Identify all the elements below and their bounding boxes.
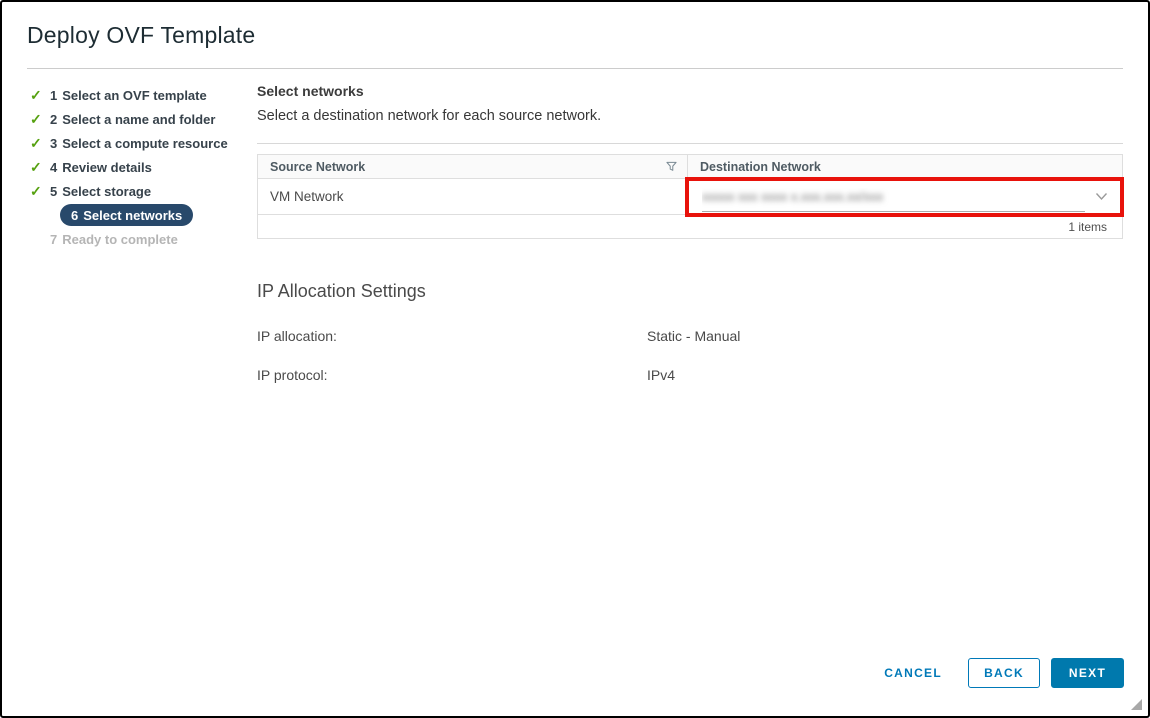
step-7-ready-to-complete[interactable]: ✓ 7 Ready to complete (30, 227, 257, 251)
resize-grip-handle[interactable] (1131, 699, 1142, 710)
filter-funnel-icon[interactable] (666, 161, 677, 172)
chevron-down-icon (1095, 192, 1108, 201)
back-button[interactable]: BACK (968, 658, 1040, 688)
step-content-panel: Select networks Select a destination net… (257, 81, 1123, 406)
step-number: 5 (50, 184, 57, 199)
step-number: 2 (50, 112, 57, 127)
step-4-review-details[interactable]: ✓ 4 Review details (30, 155, 257, 179)
ip-allocation-label: IP allocation: (257, 328, 647, 344)
step-label: Select networks (83, 208, 182, 223)
ip-protocol-row: IP protocol: IPv4 (257, 367, 1123, 383)
step-label: Select a name and folder (62, 112, 215, 127)
panel-heading: Select networks (257, 83, 1123, 99)
dialog-title: Deploy OVF Template (27, 22, 1123, 49)
step-label: Select an OVF template (62, 88, 207, 103)
wizard-steps-nav: ✓ 1 Select an OVF template ✓ 2 Select a … (27, 81, 257, 406)
step-complete-check-icon: ✓ (30, 136, 50, 150)
step-complete-check-icon: ✓ (30, 160, 50, 174)
panel-description: Select a destination network for each so… (257, 108, 1123, 124)
panel-divider (257, 143, 1123, 144)
destination-network-cell: xxxxx xxx xxxx x.xxx.xxx.xx/xxx (688, 179, 1122, 214)
table-footer: 1 items (258, 215, 1122, 238)
ip-allocation-settings-section: IP Allocation Settings IP allocation: St… (257, 281, 1123, 383)
step-1-select-ovf-template[interactable]: ✓ 1 Select an OVF template (30, 83, 257, 107)
column-header-destination-network[interactable]: Destination Network (688, 155, 1122, 178)
step-label: Ready to complete (62, 232, 178, 247)
active-step-pill: 6 Select networks (60, 204, 193, 226)
step-number: 3 (50, 136, 57, 151)
step-complete-check-icon: ✓ (30, 88, 50, 102)
step-label: Review details (62, 160, 152, 175)
step-number: 6 (71, 208, 78, 223)
items-count: 1 items (1068, 220, 1107, 234)
dialog-header: Deploy OVF Template (2, 2, 1148, 58)
wizard-footer-actions: CANCEL BACK NEXT (884, 658, 1124, 688)
step-3-select-compute-resource[interactable]: ✓ 3 Select a compute resource (30, 131, 257, 155)
step-number: 1 (50, 88, 57, 103)
next-button[interactable]: NEXT (1051, 658, 1124, 688)
network-mapping-table: Source Network Destination Network VM Ne… (257, 154, 1123, 239)
step-complete-check-icon: ✓ (30, 184, 50, 198)
table-header-row: Source Network Destination Network (258, 155, 1122, 179)
step-number: 7 (50, 232, 57, 247)
column-header-label: Destination Network (700, 160, 821, 174)
step-label: Select a compute resource (62, 136, 227, 151)
destination-network-dropdown[interactable]: xxxxx xxx xxxx x.xxx.xxx.xx/xxx (702, 182, 1108, 212)
step-number: 4 (50, 160, 57, 175)
cancel-button[interactable]: CANCEL (884, 666, 942, 680)
network-mapping-row: VM Network xxxxx xxx xxxx x.xxx.xxx.xx/x… (258, 179, 1122, 215)
step-complete-check-icon: ✓ (30, 112, 50, 126)
deploy-ovf-dialog: Deploy OVF Template ✓ 1 Select an OVF te… (0, 0, 1150, 718)
obscured-network-value: xxxxx xxx xxxx x.xxx.xxx.xx/xxx (702, 189, 883, 204)
step-6-select-networks-active[interactable]: ✓ 6 Select networks (30, 203, 257, 227)
ip-allocation-row: IP allocation: Static - Manual (257, 328, 1123, 344)
ip-settings-heading: IP Allocation Settings (257, 281, 1123, 302)
step-2-select-name-folder[interactable]: ✓ 2 Select a name and folder (30, 107, 257, 131)
ip-allocation-value: Static - Manual (647, 328, 740, 344)
ip-protocol-label: IP protocol: (257, 367, 647, 383)
step-label: Select storage (62, 184, 151, 199)
column-header-source-network[interactable]: Source Network (258, 155, 688, 178)
column-header-label: Source Network (270, 160, 365, 174)
ip-protocol-value: IPv4 (647, 367, 675, 383)
dropdown-selected-value: xxxxx xxx xxxx x.xxx.xxx.xx/xxx (702, 188, 1085, 212)
source-network-cell: VM Network (258, 179, 688, 214)
step-5-select-storage[interactable]: ✓ 5 Select storage (30, 179, 257, 203)
